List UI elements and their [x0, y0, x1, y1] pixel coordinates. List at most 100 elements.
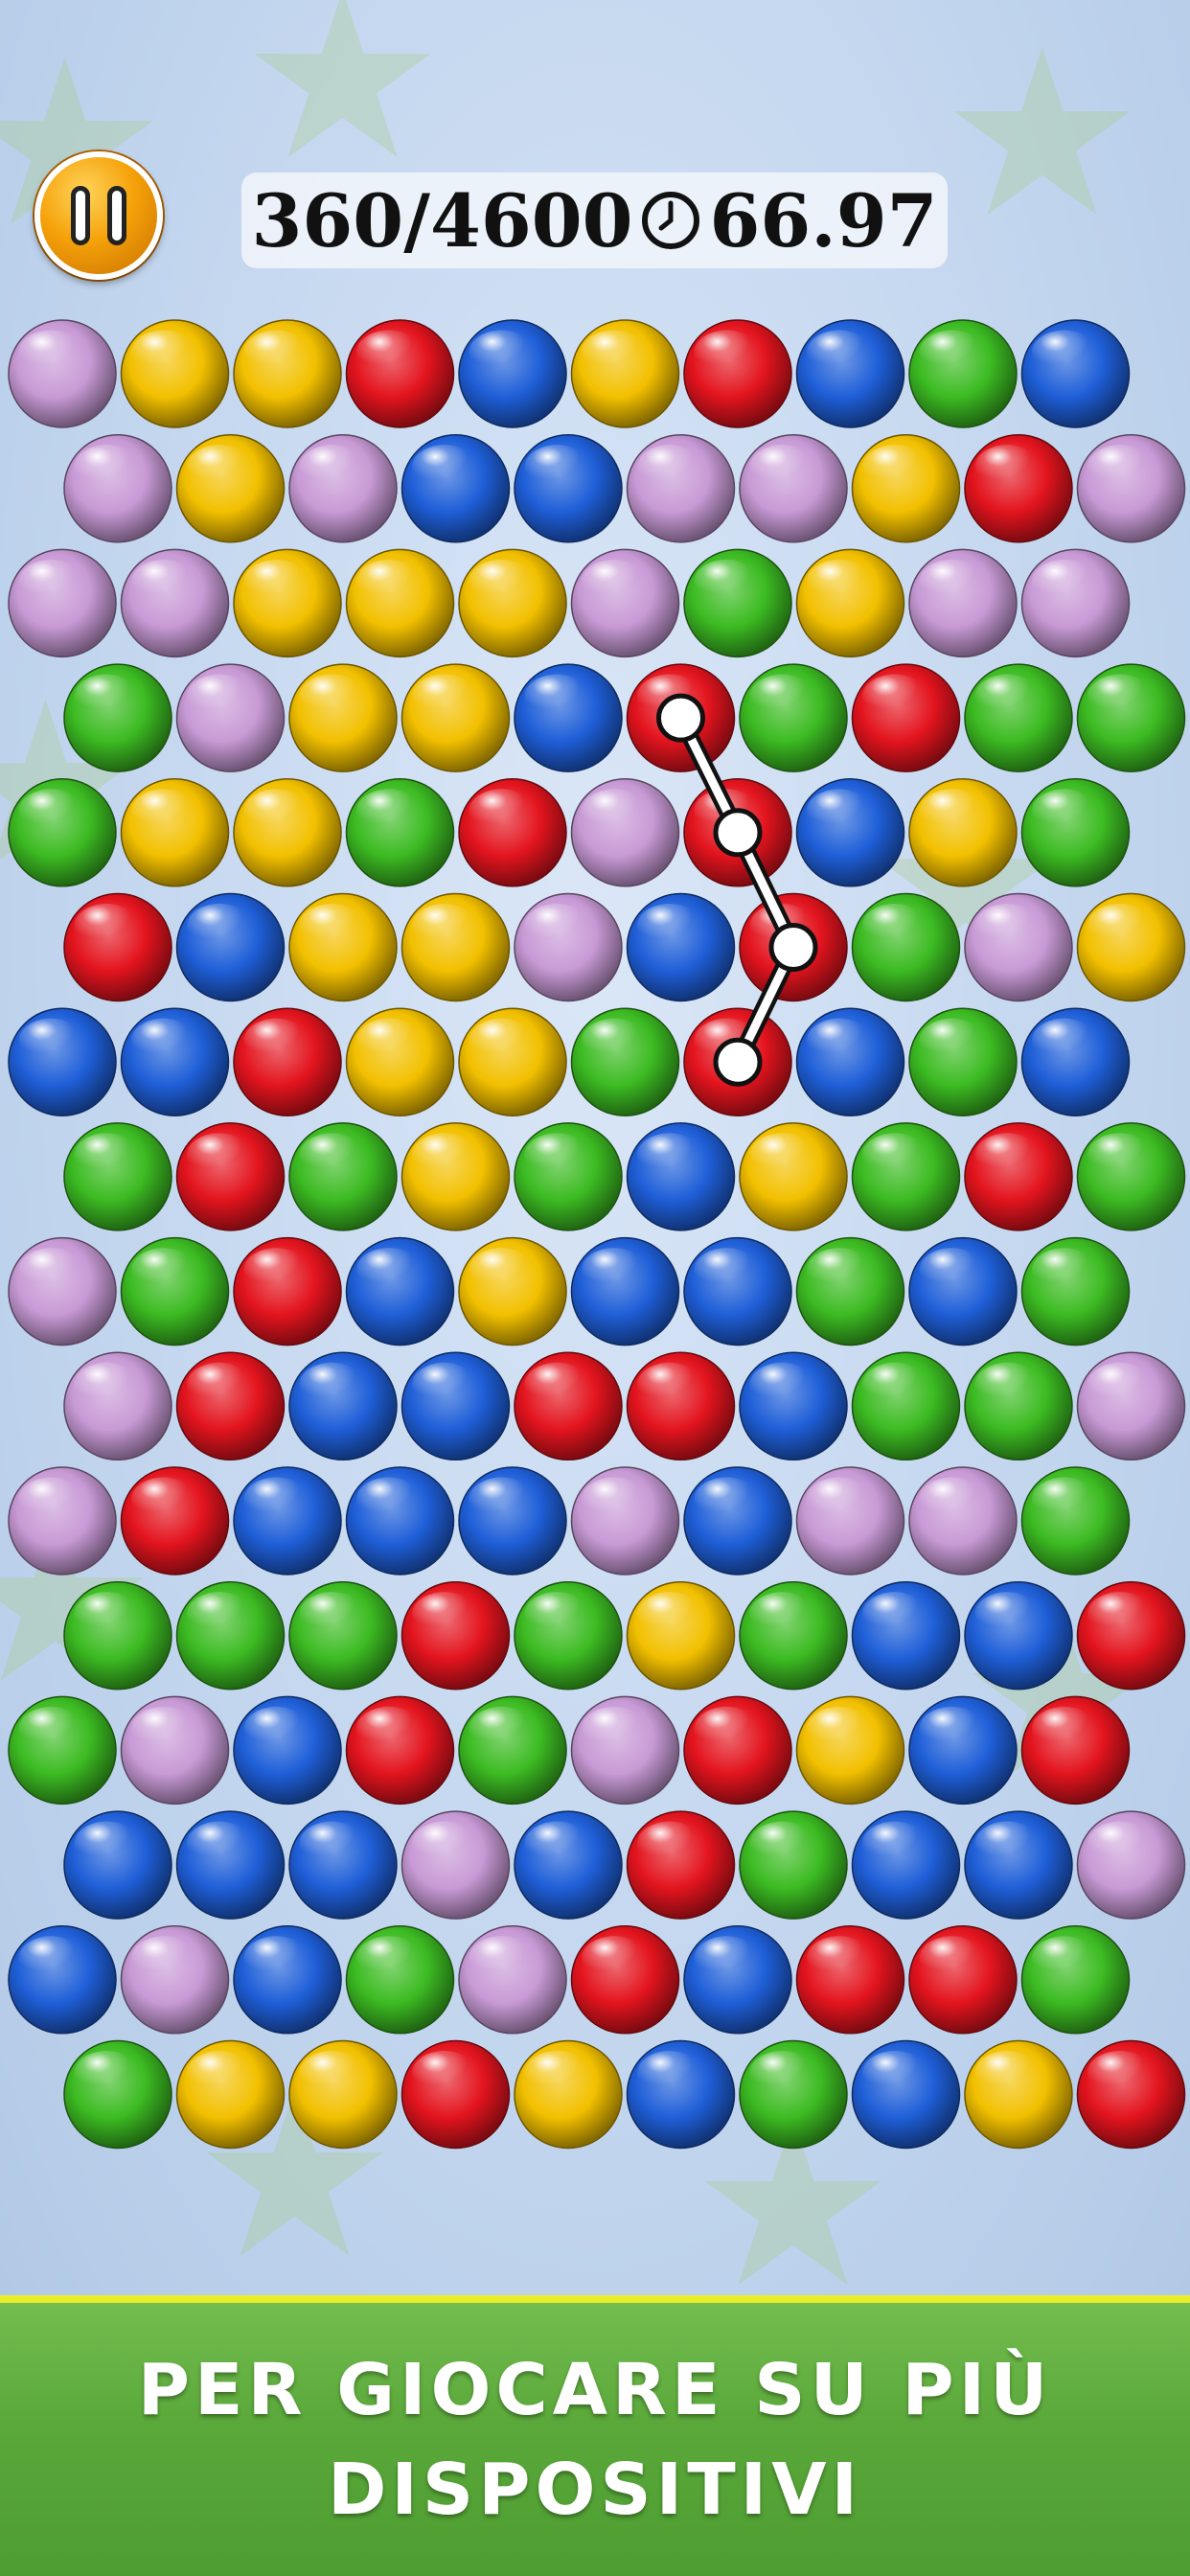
bubble-purple[interactable] [1076, 1351, 1186, 1461]
bubble-blue[interactable] [1020, 319, 1131, 428]
bubble-purple[interactable] [1076, 1810, 1186, 1920]
bubble-green[interactable] [739, 663, 848, 772]
bubble-yellow[interactable] [570, 319, 680, 428]
bubble-red[interactable] [1076, 1580, 1186, 1690]
bubble-blue[interactable] [851, 2039, 961, 2150]
bubble-red[interactable] [795, 1925, 905, 2035]
bubble-purple[interactable] [1020, 548, 1131, 658]
bubble-red[interactable] [233, 1007, 342, 1116]
bubble-yellow[interactable] [175, 2039, 286, 2150]
bubble-red[interactable] [458, 778, 567, 887]
bubble-purple[interactable] [8, 1466, 117, 1576]
bubble-blue[interactable] [683, 1466, 792, 1576]
bubble-blue[interactable] [514, 663, 623, 772]
bubble-purple[interactable] [570, 548, 680, 658]
bubble-green[interactable] [63, 1580, 172, 1690]
bubble-yellow[interactable] [288, 2039, 398, 2150]
bubble-yellow[interactable] [400, 1122, 511, 1231]
bubble-blue[interactable] [514, 1810, 623, 1920]
bubble-yellow[interactable] [458, 1236, 567, 1346]
bubble-red[interactable] [345, 1695, 455, 1806]
bubble-blue[interactable] [8, 1007, 117, 1116]
bubble-purple[interactable] [739, 433, 848, 543]
bubble-blue[interactable] [514, 433, 623, 543]
bubble-blue[interactable] [233, 1695, 342, 1806]
bubble-purple[interactable] [570, 778, 680, 887]
bubble-green[interactable] [63, 1122, 172, 1231]
bubble-green[interactable] [739, 1580, 848, 1690]
bubble-green[interactable] [1076, 1122, 1186, 1231]
bubble-green[interactable] [908, 1007, 1018, 1116]
bubble-red[interactable] [626, 1810, 736, 1920]
bubble-green[interactable] [120, 1236, 230, 1346]
bubble-purple[interactable] [63, 433, 172, 543]
bubble-blue[interactable] [233, 1925, 342, 2035]
bubble-green[interactable] [1020, 1236, 1131, 1346]
bubble-blue[interactable] [458, 319, 567, 428]
bubble-blue[interactable] [233, 1466, 342, 1576]
bubble-yellow[interactable] [851, 433, 961, 543]
bubble-blue[interactable] [683, 1236, 792, 1346]
bubble-purple[interactable] [8, 1236, 117, 1346]
pause-button[interactable] [34, 151, 163, 280]
bubble-red[interactable] [683, 1007, 792, 1116]
bubble-red[interactable] [175, 1351, 286, 1461]
bubble-green[interactable] [1076, 663, 1186, 772]
bubble-yellow[interactable] [233, 548, 342, 658]
bubble-red[interactable] [400, 2039, 511, 2150]
bubble-green[interactable] [851, 892, 961, 1002]
bubble-blue[interactable] [795, 778, 905, 887]
bubble-green[interactable] [288, 1580, 398, 1690]
bubble-purple[interactable] [1076, 433, 1186, 543]
bubble-red[interactable] [233, 1236, 342, 1346]
bubble-yellow[interactable] [908, 778, 1018, 887]
bubble-green[interactable] [8, 778, 117, 887]
bubble-blue[interactable] [626, 2039, 736, 2150]
bubble-green[interactable] [851, 1351, 961, 1461]
bubble-blue[interactable] [288, 1351, 398, 1461]
bubble-blue[interactable] [626, 892, 736, 1002]
bubble-blue[interactable] [458, 1466, 567, 1576]
bubble-blue[interactable] [626, 1122, 736, 1231]
bubble-green[interactable] [1020, 1925, 1131, 2035]
bubble-green[interactable] [288, 1122, 398, 1231]
bubble-red[interactable] [626, 663, 736, 772]
bubble-purple[interactable] [63, 1351, 172, 1461]
bubble-red[interactable] [739, 892, 848, 1002]
bubble-yellow[interactable] [233, 778, 342, 887]
bubble-purple[interactable] [120, 1695, 230, 1806]
bubble-yellow[interactable] [400, 663, 511, 772]
bubble-yellow[interactable] [1076, 892, 1186, 1002]
bubble-yellow[interactable] [400, 892, 511, 1002]
bubble-blue[interactable] [570, 1236, 680, 1346]
bubble-yellow[interactable] [458, 1007, 567, 1116]
bubble-purple[interactable] [288, 433, 398, 543]
bubble-yellow[interactable] [345, 1007, 455, 1116]
bubble-red[interactable] [345, 319, 455, 428]
bubble-red[interactable] [964, 1122, 1073, 1231]
bubble-yellow[interactable] [514, 2039, 623, 2150]
bubble-green[interactable] [739, 2039, 848, 2150]
bubble-purple[interactable] [964, 892, 1073, 1002]
bubble-green[interactable] [345, 778, 455, 887]
bubble-green[interactable] [514, 1580, 623, 1690]
bubble-blue[interactable] [851, 1580, 961, 1690]
bubble-red[interactable] [63, 892, 172, 1002]
bubble-purple[interactable] [120, 1925, 230, 2035]
bubble-blue[interactable] [400, 1351, 511, 1461]
bubble-blue[interactable] [288, 1810, 398, 1920]
bubble-green[interactable] [964, 663, 1073, 772]
bubble-purple[interactable] [400, 1810, 511, 1920]
bubble-purple[interactable] [8, 319, 117, 428]
bubble-blue[interactable] [175, 892, 286, 1002]
bubble-purple[interactable] [908, 548, 1018, 658]
bubble-yellow[interactable] [288, 663, 398, 772]
bubble-blue[interactable] [908, 1695, 1018, 1806]
bubble-yellow[interactable] [120, 778, 230, 887]
bubble-blue[interactable] [63, 1810, 172, 1920]
bubble-red[interactable] [626, 1351, 736, 1461]
bubble-red[interactable] [683, 1695, 792, 1806]
bubble-purple[interactable] [175, 663, 286, 772]
bubble-purple[interactable] [570, 1695, 680, 1806]
bubble-blue[interactable] [739, 1351, 848, 1461]
